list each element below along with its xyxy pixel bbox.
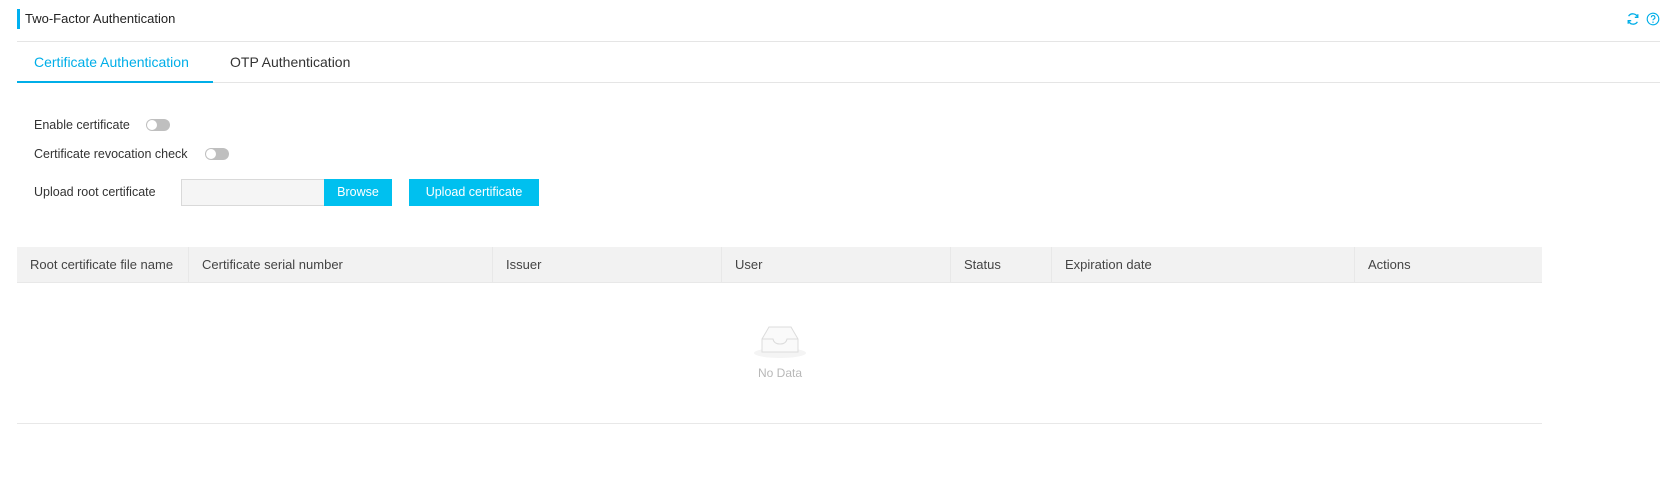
page-title: Two-Factor Authentication bbox=[25, 11, 176, 26]
column-header-user: User bbox=[722, 247, 951, 283]
certificate-table: Root certificate file name Certificate s… bbox=[17, 247, 1542, 424]
revocation-check-row: Certificate revocation check bbox=[34, 147, 229, 161]
tab-otp-authentication[interactable]: OTP Authentication bbox=[230, 43, 380, 83]
page-header: Two-Factor Authentication bbox=[17, 8, 1660, 42]
empty-state: No Data bbox=[752, 321, 808, 380]
revocation-check-label: Certificate revocation check bbox=[34, 147, 188, 161]
revocation-check-toggle[interactable] bbox=[204, 148, 229, 160]
column-header-actions: Actions bbox=[1368, 257, 1411, 272]
table-body: No Data bbox=[17, 283, 1542, 424]
column-header-root-certificate-file-name: Root certificate file name bbox=[17, 247, 189, 283]
help-icon[interactable] bbox=[1646, 12, 1660, 26]
header-accent-bar bbox=[17, 9, 20, 29]
column-header-expiration-date: Expiration date bbox=[1052, 247, 1355, 283]
enable-certificate-label: Enable certificate bbox=[34, 118, 130, 132]
upload-certificate-button[interactable]: Upload certificate bbox=[409, 179, 539, 206]
browse-button[interactable]: Browse bbox=[324, 179, 392, 206]
column-header-issuer: Issuer bbox=[493, 247, 722, 283]
tab-bar: Certificate Authentication OTP Authentic… bbox=[17, 43, 1660, 83]
file-path-input[interactable] bbox=[181, 179, 324, 206]
tab-certificate-authentication[interactable]: Certificate Authentication bbox=[17, 43, 213, 83]
upload-root-label: Upload root certificate bbox=[34, 185, 156, 199]
header-actions bbox=[1626, 12, 1660, 26]
empty-text: No Data bbox=[757, 366, 803, 380]
enable-certificate-toggle[interactable] bbox=[145, 119, 170, 131]
column-header-status: Status bbox=[951, 247, 1052, 283]
empty-inbox-icon bbox=[752, 326, 808, 362]
column-header-certificate-serial-number: Certificate serial number bbox=[189, 247, 493, 283]
table-header: Root certificate file name Certificate s… bbox=[17, 247, 1542, 283]
refresh-icon[interactable] bbox=[1626, 12, 1640, 26]
enable-certificate-row: Enable certificate bbox=[34, 118, 170, 132]
